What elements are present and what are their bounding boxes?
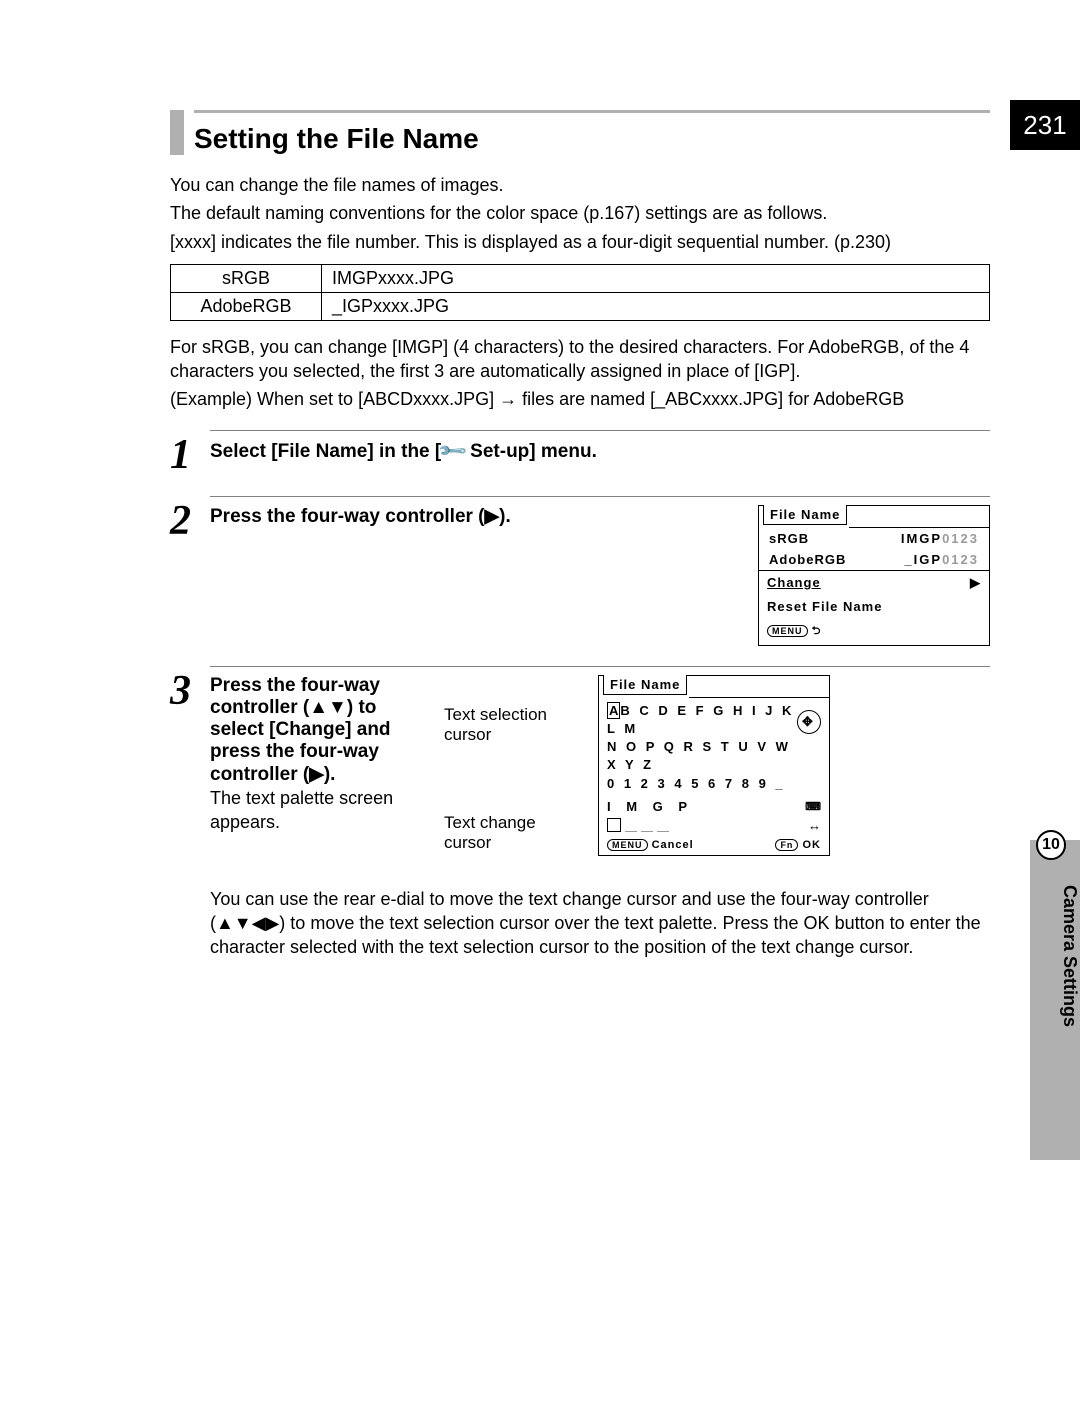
cell-srgb-val: IMGPxxxx.JPG	[322, 264, 990, 292]
menu-label: Reset File Name	[767, 599, 882, 614]
menu-button-icon: MENU	[607, 839, 648, 851]
step-1: 1 Select [File Name] in the [🔧 Set-up] m…	[170, 430, 990, 476]
fn-button-icon: Fn	[775, 839, 798, 851]
row-val-bold: IMGP	[901, 531, 942, 546]
step3-title: Press the four-way controller (▲▼) to se…	[210, 675, 430, 786]
palette-row: 0 1 2 3 4 5 6 7 8 9 _	[607, 775, 797, 793]
menu-label: Change	[767, 575, 821, 591]
label-text-selection: Text selection cursor	[444, 705, 578, 745]
chapter-tab: 10 Camera Settings	[1030, 840, 1080, 1160]
camera-screen-text-palette: File Name AB C D E F G H I J K L M N O P…	[598, 675, 830, 856]
page-number: 231	[1010, 100, 1080, 150]
step-2: 2 Press the four-way controller (▶). Fil…	[170, 496, 990, 646]
footer-ok: OK	[803, 839, 822, 851]
row-val-pre: _	[904, 552, 913, 567]
after-table-p1: For sRGB, you can change [IMGP] (4 chara…	[170, 335, 990, 384]
camera-screen-file-name: File Name sRGB IMGP0123 AdobeRGB _IGP012…	[758, 505, 990, 646]
step1-title-pre: Select [File Name] in the [	[210, 441, 441, 462]
cell-adobe: AdobeRGB	[171, 292, 322, 320]
step-num-2: 2	[170, 500, 210, 542]
screen-row-adobe: AdobeRGB _IGP0123	[759, 549, 989, 570]
cell-srgb: sRGB	[171, 264, 322, 292]
manual-page: 231 10 Camera Settings Setting the File …	[0, 0, 1080, 1410]
screen-title-tab: File Name	[763, 505, 847, 525]
table-row: sRGB IMGPxxxx.JPG	[171, 264, 990, 292]
step1-title: Select [File Name] in the [🔧 Set-up] men…	[210, 439, 990, 463]
chevron-right-icon: ▶	[970, 575, 981, 591]
cell-adobe-val: _IGPxxxx.JPG	[322, 292, 990, 320]
menu-reset[interactable]: Reset File Name	[759, 595, 989, 618]
section-header: Setting the File Name	[170, 110, 990, 155]
palette-selected-char: A	[607, 702, 620, 719]
footer-cancel: Cancel	[652, 839, 694, 851]
section-title: Setting the File Name	[194, 123, 990, 155]
step3-note: You can use the rear e-dial to move the …	[210, 887, 990, 960]
text-palette[interactable]: AB C D E F G H I J K L M N O P Q R S T U…	[607, 702, 797, 793]
left-right-icon: ↔	[808, 818, 821, 833]
menu-button-icon: MENU	[767, 625, 808, 637]
entry-field: I M G P ⌨	[599, 797, 829, 816]
screen-row-srgb: sRGB IMGP0123	[759, 528, 989, 549]
edial-icon: ⌨	[805, 800, 821, 813]
chapter-label: Camera Settings	[1030, 880, 1080, 1140]
row-label: sRGB	[769, 531, 809, 546]
screen-title-tab: File Name	[603, 675, 687, 695]
step-num-1: 1	[170, 434, 210, 476]
row-val-fade: 0123	[942, 552, 979, 567]
step1-title-post: Set-up] menu.	[465, 441, 597, 462]
row-label: AdobeRGB	[769, 552, 846, 567]
back-icon: ⮌	[812, 625, 822, 637]
row-val-bold: IGP	[914, 552, 942, 567]
intro-p2: The default naming conventions for the c…	[170, 201, 990, 225]
text-change-cursor	[607, 818, 621, 832]
steps: 1 Select [File Name] in the [🔧 Set-up] m…	[170, 430, 990, 964]
section-bar	[170, 110, 184, 155]
entry-text: I M G P	[607, 799, 693, 814]
menu-change[interactable]: Change ▶	[759, 571, 989, 595]
step3-desc: The text palette screen appears.	[210, 786, 430, 835]
table-row: AdobeRGB _IGPxxxx.JPG	[171, 292, 990, 320]
step-num-3: 3	[170, 670, 210, 712]
filename-table: sRGB IMGPxxxx.JPG AdobeRGB _IGPxxxx.JPG	[170, 264, 990, 321]
intro-p1: You can change the file names of images.	[170, 173, 990, 197]
dpad-icon: ✥	[797, 710, 821, 734]
after-table-p2: (Example) When set to [ABCDxxxx.JPG] → f…	[170, 387, 990, 411]
chapter-number: 10	[1036, 830, 1066, 860]
step-3: 3 Press the four-way controller (▲▼) to …	[170, 666, 990, 964]
row-val-fade: 0123	[942, 531, 979, 546]
intro-p3: [xxxx] indicates the file number. This i…	[170, 230, 990, 254]
palette-row: N O P Q R S T U V W X Y Z	[607, 738, 797, 774]
palette-row: B C D E F G H I J K L M	[607, 703, 794, 736]
wrench-icon: 🔧	[436, 434, 470, 468]
label-text-change: Text change cursor	[444, 813, 578, 853]
step2-title: Press the four-way controller (▶).	[210, 505, 744, 528]
callout-labels: Text selection cursor Text change cursor	[444, 675, 584, 881]
